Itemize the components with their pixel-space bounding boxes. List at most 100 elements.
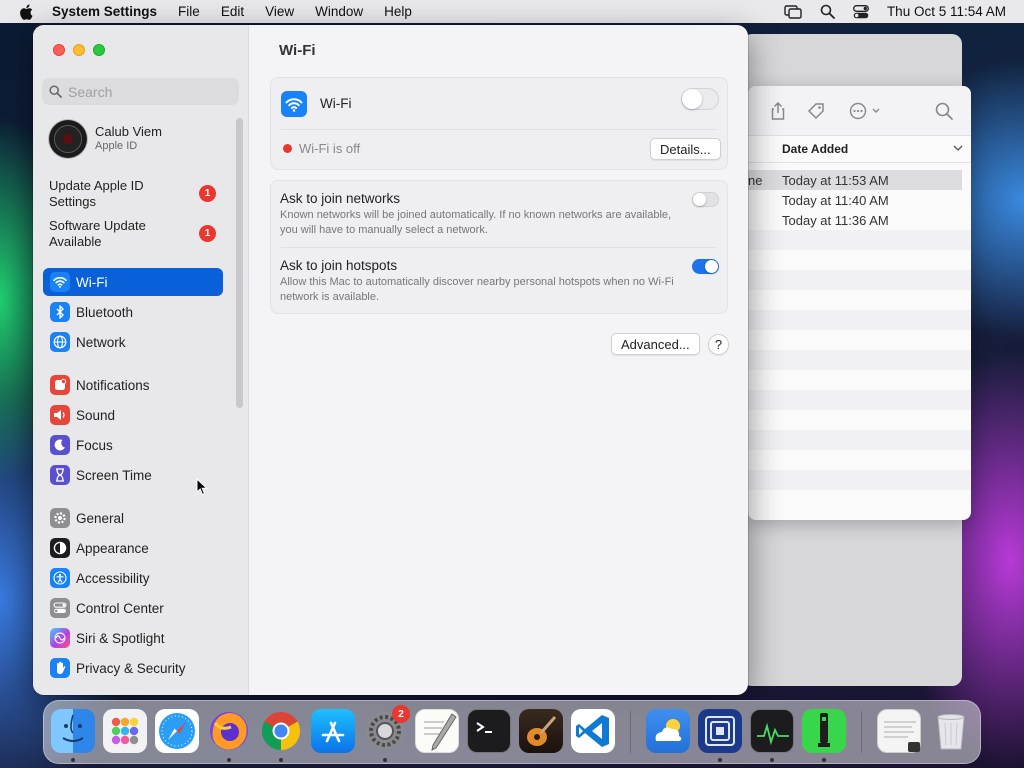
- table-row[interactable]: Today at 11:40 AM: [748, 190, 971, 210]
- menu-help[interactable]: Help: [384, 4, 412, 19]
- trash-icon[interactable]: [929, 709, 973, 753]
- document-stack-icon[interactable]: [877, 709, 921, 753]
- sidebar-item-label: Network: [76, 334, 126, 350]
- finder-window[interactable]: Date Added ne Today at 11:53 AM Today at…: [748, 86, 971, 520]
- close-window-button[interactable]: [53, 44, 65, 56]
- vscode-app-icon[interactable]: [571, 709, 615, 753]
- ask-networks-toggle[interactable]: [692, 192, 719, 207]
- page-title: Wi-Fi: [279, 42, 316, 59]
- siri-icon: [50, 628, 70, 648]
- weather-app-icon[interactable]: [646, 709, 690, 753]
- divider: [281, 129, 717, 130]
- wifi-icon: [50, 272, 70, 292]
- textedit-app-icon[interactable]: [415, 709, 459, 753]
- safari-app-icon[interactable]: [155, 709, 199, 753]
- advanced-button[interactable]: Advanced...: [611, 333, 700, 355]
- empty-row: [748, 490, 971, 510]
- toggle-knob: [705, 260, 718, 273]
- sidebar: Search Calub Viem Apple ID Update Apple …: [33, 25, 249, 695]
- profile-name: Calub Viem: [95, 124, 162, 139]
- terminal-app-icon[interactable]: [467, 709, 511, 753]
- ask-hotspots-description: Allow this Mac to automatically discover…: [280, 276, 674, 303]
- share-icon[interactable]: [768, 101, 788, 121]
- more-actions-icon[interactable]: [848, 101, 886, 121]
- sidebar-item-privacy-security[interactable]: Privacy & Security: [43, 654, 223, 682]
- table-row[interactable]: ne Today at 11:53 AM: [748, 170, 962, 190]
- wifi-toggle[interactable]: [681, 88, 719, 110]
- sidebar-item-bluetooth[interactable]: Bluetooth: [43, 298, 223, 326]
- sidebar-item-control-center[interactable]: Control Center: [43, 594, 223, 622]
- sidebar-item-label: Focus: [76, 437, 113, 453]
- running-indicator: [770, 758, 774, 762]
- garageband-app-icon[interactable]: [519, 709, 563, 753]
- finder-search-icon[interactable]: [934, 101, 954, 121]
- ask-hotspots-title: Ask to join hotspots: [280, 258, 398, 273]
- launchpad-app-icon[interactable]: [103, 709, 147, 753]
- spotlight-search-icon[interactable]: [820, 4, 835, 19]
- file-date: Today at 11:53 AM: [782, 172, 889, 188]
- empty-row: [748, 430, 971, 450]
- apple-menu-icon[interactable]: [17, 2, 37, 22]
- sidebar-item-focus[interactable]: Focus: [43, 431, 223, 459]
- running-indicator: [279, 758, 283, 762]
- control-center-menu-icon[interactable]: [852, 4, 869, 19]
- speaker-icon: [50, 405, 70, 425]
- table-row[interactable]: Today at 11:36 AM: [748, 210, 971, 230]
- mouse-cursor-icon: [196, 478, 208, 496]
- menu-file[interactable]: File: [178, 4, 200, 19]
- column-header-label: Date Added: [782, 142, 849, 156]
- sidebar-item-wifi[interactable]: Wi-Fi: [43, 268, 223, 296]
- toggle-knob: [693, 193, 706, 206]
- sidebar-item-accessibility[interactable]: Accessibility: [43, 564, 223, 592]
- sidebar-item-label: General: [76, 510, 125, 526]
- green-tool-app-icon[interactable]: [802, 709, 846, 753]
- running-indicator: [822, 758, 826, 762]
- menu-view[interactable]: View: [265, 4, 294, 19]
- sidebar-item-label: Appearance: [76, 540, 149, 556]
- sidebar-item-label: Accessibility: [76, 570, 150, 586]
- app-store-app-icon[interactable]: [311, 709, 355, 753]
- wifi-icon: [281, 91, 307, 117]
- wifi-label: Wi-Fi: [320, 96, 352, 111]
- accessibility-icon: [50, 568, 70, 588]
- menu-window[interactable]: Window: [315, 4, 363, 19]
- sidebar-item-label: Notifications: [76, 377, 150, 393]
- squares-app-icon[interactable]: [698, 709, 742, 753]
- sidebar-item-network[interactable]: Network: [43, 328, 223, 356]
- screen-mirroring-icon[interactable]: [784, 4, 802, 19]
- avatar: [49, 120, 87, 158]
- empty-row: [748, 290, 971, 310]
- firefox-app-icon[interactable]: [207, 709, 251, 753]
- sidebar-item-general[interactable]: General: [43, 504, 223, 532]
- search-icon: [49, 85, 62, 98]
- activity-monitor-app-icon[interactable]: [750, 709, 794, 753]
- tag-icon[interactable]: [806, 101, 826, 121]
- empty-row: [748, 250, 971, 270]
- sidebar-item-sound[interactable]: Sound: [43, 401, 223, 429]
- sidebar-item-siri-spotlight[interactable]: Siri & Spotlight: [43, 624, 223, 652]
- sidebar-item-appearance[interactable]: Appearance: [43, 534, 223, 562]
- sidebar-scrollbar[interactable]: [236, 118, 243, 408]
- running-indicator: [227, 758, 231, 762]
- help-button[interactable]: ?: [708, 334, 729, 355]
- menu-edit[interactable]: Edit: [221, 4, 244, 19]
- details-button[interactable]: Details...: [650, 138, 721, 160]
- menu-clock[interactable]: Thu Oct 5 11:54 AM: [887, 4, 1006, 19]
- column-header-date-added[interactable]: Date Added: [748, 136, 971, 163]
- empty-row: [748, 230, 971, 250]
- finder-app-icon[interactable]: [51, 709, 95, 753]
- chrome-app-icon[interactable]: [259, 709, 303, 753]
- file-name-fragment: ne: [748, 172, 762, 188]
- minimize-window-button[interactable]: [73, 44, 85, 56]
- finder-file-list: ne Today at 11:53 AM Today at 11:40 AM T…: [748, 163, 971, 510]
- empty-row: [748, 270, 971, 290]
- menu-app-name[interactable]: System Settings: [52, 4, 157, 19]
- dock-notification-badge: 2: [392, 705, 410, 723]
- sidebar-item-notifications[interactable]: Notifications: [43, 371, 223, 399]
- search-input[interactable]: Search: [42, 78, 239, 105]
- ask-hotspots-toggle[interactable]: [692, 259, 719, 274]
- apple-id-profile[interactable]: Calub Viem Apple ID: [49, 119, 239, 159]
- sidebar-item-label: Bluetooth: [76, 304, 134, 320]
- zoom-window-button[interactable]: [93, 44, 105, 56]
- system-settings-window: Search Calub Viem Apple ID Update Apple …: [33, 25, 748, 695]
